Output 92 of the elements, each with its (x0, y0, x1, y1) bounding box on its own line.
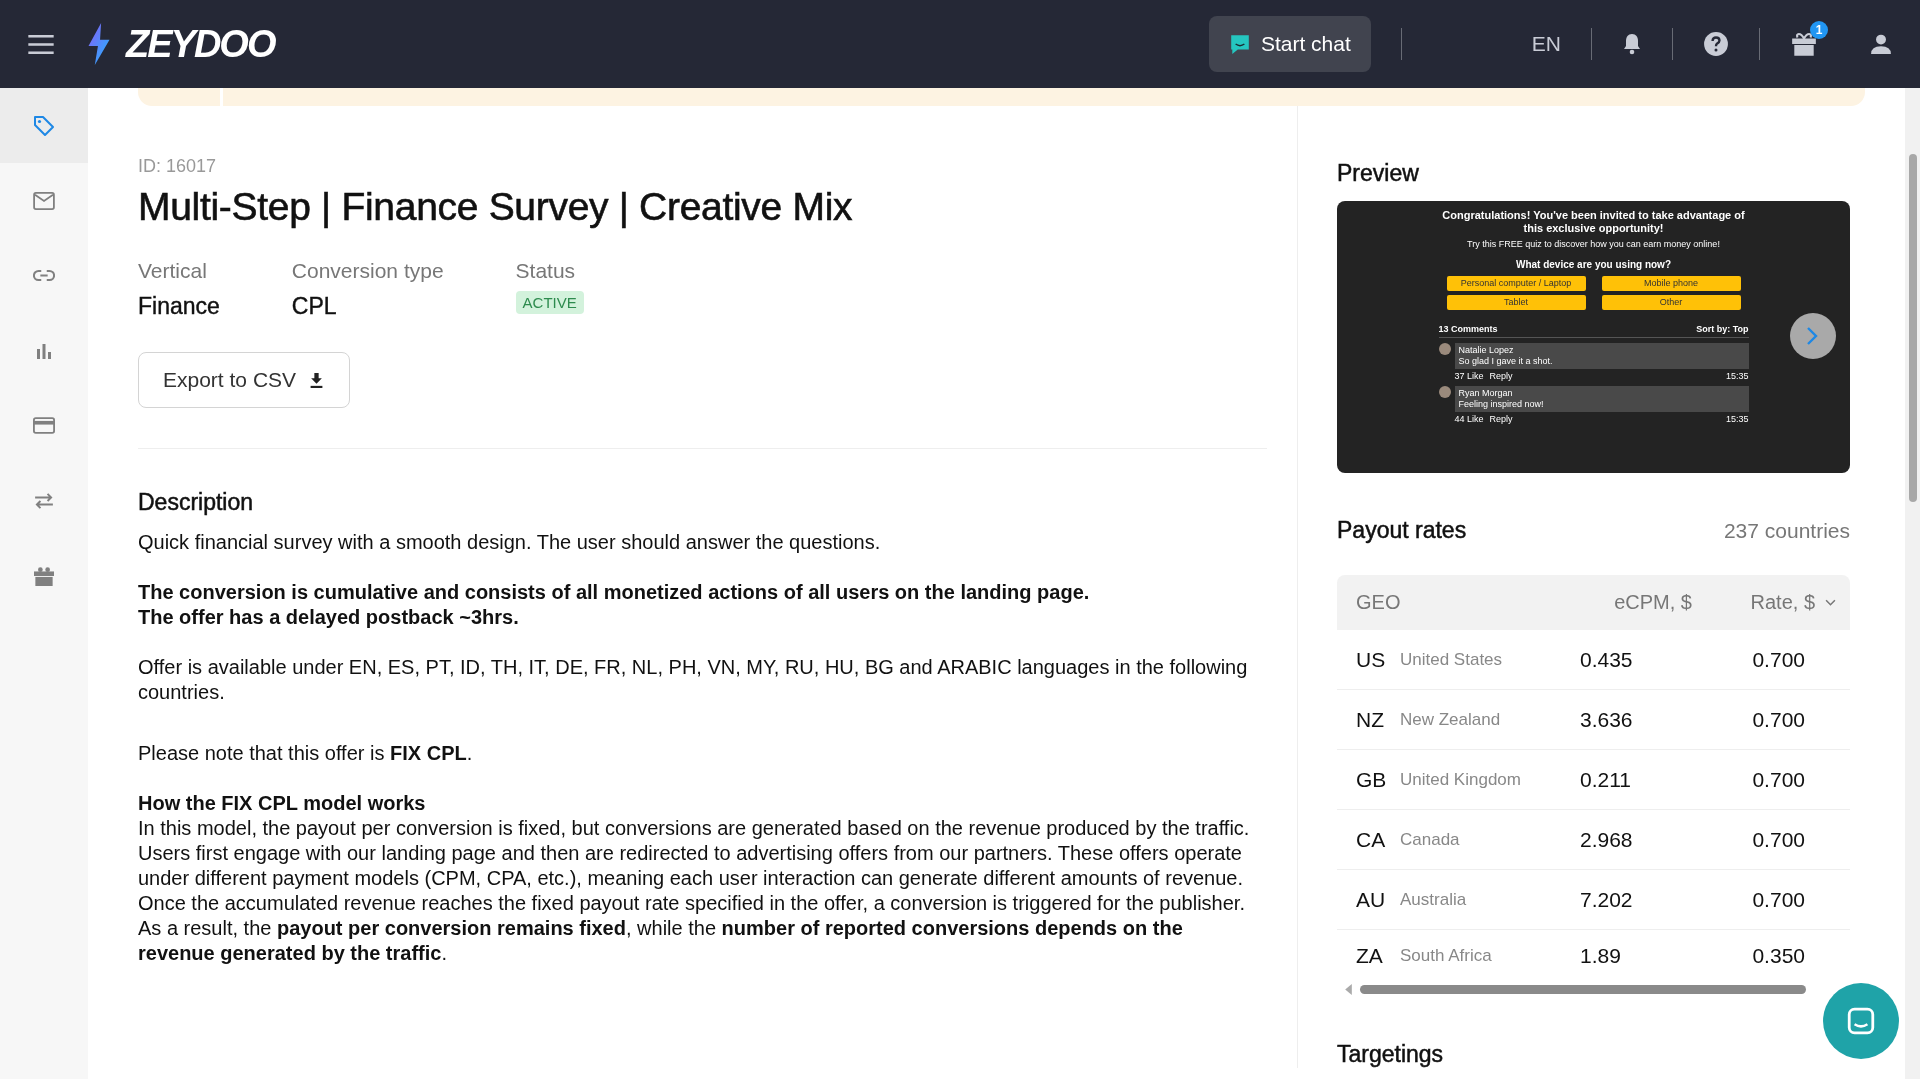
gift-icon[interactable] (1790, 31, 1818, 57)
table-cell-text: 0.435 (1579, 647, 1634, 672)
avatar-icon (1438, 343, 1451, 355)
menu-icon[interactable] (28, 34, 54, 54)
table-cell-text: 2.968 (1579, 827, 1634, 852)
field-value: Finance (138, 293, 220, 320)
sort-caret-icon (1825, 599, 1836, 606)
export-button[interactable]: Export to CSV (138, 352, 351, 408)
section-heading: Description (138, 489, 255, 516)
comment-text: So glad I gave it a shot. (1458, 356, 1554, 367)
mail-icon (33, 191, 55, 210)
description-text: As a result, the payout per conversion remains fixed, while the number of reported conversions depends on the revenue generated by the traffic. (138, 916, 1184, 966)
table-cell-text: 1.89 (1579, 944, 1622, 968)
logo[interactable]: ZEYDOO (126, 22, 275, 66)
chat-icon (1846, 1006, 1876, 1036)
table-cell-text: 0.211 (1579, 767, 1632, 792)
comment-author: Natalie Lopez (1458, 345, 1515, 356)
country-code: CA (1356, 827, 1387, 852)
column-header: GEO (1355, 591, 1402, 614)
table-cell-text: 0.700 (1751, 767, 1806, 792)
comment-text: Feeling inspired now! (1458, 399, 1545, 410)
country-code: NZ (1356, 707, 1385, 732)
description-text: Users first engage with our landing page and then are redirected to advertising offers from our partners. These offers operate under different payment models (CPM, CPA, etc.), meaning each user interaction can generate different amounts of revenue. (138, 841, 1245, 891)
table-cell-text: 3.636 (1579, 707, 1634, 732)
horizontal-scrollbar[interactable] (1360, 984, 1806, 994)
description-text: Offer is available under EN, ES, PT, ID, TH, IT, DE, FR, NL, PH, VN, MY, RU, HU, BG and ARABIC languages in the following countries. (138, 655, 1249, 705)
field-value: CPL (291, 293, 338, 320)
offer-title: Multi-Step | Finance Survey | Creative Mix (138, 185, 854, 229)
gift-icon (33, 565, 55, 586)
avatar-icon (1438, 386, 1451, 398)
description-text: Please note that this offer is FIX CPL. (138, 741, 474, 766)
field-label: Vertical (138, 259, 208, 283)
table-cell-text: 0.700 (1751, 887, 1806, 912)
column-header: eCPM, $ (1613, 591, 1692, 614)
country-code: GB (1356, 767, 1388, 792)
country-name: United Kingdom (1400, 769, 1521, 790)
country-code: ZA (1356, 944, 1384, 968)
description-text: How the FIX CPL model works (138, 791, 427, 816)
section-heading: Preview (1337, 160, 1420, 187)
preview-headline: Congratulations! You've been invited to take advantage of this exclusive opportunity! (1441, 209, 1746, 235)
status-badge: ACTIVE (515, 291, 584, 314)
lightning-icon (86, 23, 112, 65)
notification-badge: 1 (1810, 21, 1828, 39)
notification-bell-icon[interactable] (1622, 33, 1642, 55)
sort-label: Sort by: Top (1696, 324, 1749, 334)
chevron-right-icon (1806, 326, 1818, 346)
table-cell-text: 0.700 (1751, 647, 1806, 672)
description-text: Quick financial survey with a smooth design. The user should answer the questions. (138, 530, 882, 555)
vertical-scrollbar[interactable] (1905, 88, 1920, 1079)
comment-time: 15:35 (1725, 371, 1749, 381)
comments-count: 13 Comments (1438, 324, 1498, 334)
section-heading: Payout rates (1337, 517, 1467, 544)
tag-icon (32, 113, 56, 138)
table-cell-text: 0.700 (1751, 827, 1806, 852)
description-text: The offer has a delayed postback ~3hrs. (138, 605, 520, 630)
preview-subline: Try this FREE quiz to discover how you can earn money online! (1466, 239, 1721, 249)
offer-id: ID: 16017 (138, 156, 218, 177)
help-icon[interactable] (1703, 31, 1729, 57)
download-icon (310, 372, 324, 388)
description-text: In this model, the payout per conversion is fixed, but conversions are generated based on the revenue produced by the traffic. (138, 816, 1250, 841)
country-name: South Africa (1400, 946, 1492, 966)
description-text: The conversion is cumulative and consists of all monetized actions of all users on the landing page. (138, 580, 1091, 605)
preview-question: What device are you using now? (1515, 259, 1672, 270)
chat-icon (1228, 33, 1251, 55)
table-cell-text: 0.350 (1751, 944, 1806, 968)
country-code: AU (1356, 887, 1387, 912)
table-cell-text: 0.700 (1751, 707, 1806, 732)
credit-card-icon (33, 417, 55, 434)
description-text: Once the accumulated revenue reaches the fixed payout rate specified in the offer, a conversion is triggered for the publisher. (138, 891, 1246, 916)
country-code: US (1356, 647, 1387, 672)
language-selector[interactable]: EN (1531, 32, 1561, 56)
field-label: Conversion type (291, 259, 444, 283)
link-icon (33, 269, 55, 282)
comment-author: Ryan Morgan (1458, 388, 1514, 399)
column-header[interactable]: Rate, $ (1692, 591, 1850, 614)
scroll-left-icon[interactable] (1345, 983, 1352, 995)
field-label: Status (515, 259, 577, 283)
bar-chart-icon (36, 342, 52, 359)
country-name: Canada (1400, 829, 1460, 850)
section-heading: Targetings (1337, 1041, 1445, 1068)
country-name: United States (1400, 649, 1503, 670)
next-button[interactable] (1790, 313, 1836, 359)
user-icon[interactable] (1870, 33, 1892, 55)
start-chat-button[interactable]: Start chat (1208, 16, 1371, 72)
table-cell-text: 7.202 (1579, 887, 1634, 912)
country-name: Australia (1400, 889, 1467, 910)
like-count: 37 Like (1454, 371, 1484, 381)
like-count: 44 Like (1454, 414, 1484, 424)
swap-arrows-icon (33, 492, 55, 509)
country-name: New Zealand (1400, 709, 1501, 730)
comment-time: 15:35 (1725, 414, 1749, 424)
country-count: 237 countries (1723, 519, 1850, 543)
